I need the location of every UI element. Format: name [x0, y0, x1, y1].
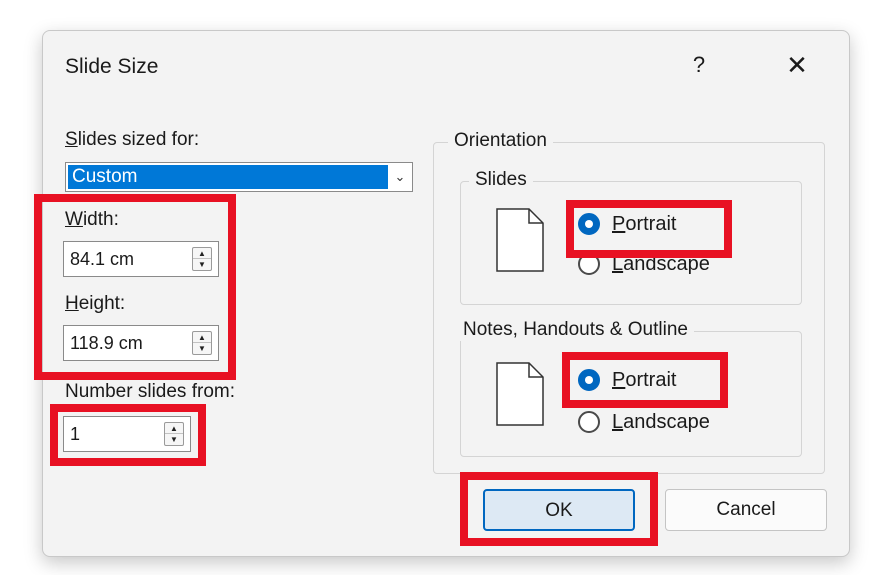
height-input[interactable]: 118.9 cm ▲ ▼ — [63, 325, 219, 361]
slides-landscape-label: Landscape — [612, 253, 710, 275]
slide-size-dialog: Slide Size ? ✕ Slides sized for: Custom … — [42, 30, 850, 557]
spin-down-icon[interactable]: ▼ — [165, 434, 183, 445]
notes-portrait-label: Portrait — [612, 369, 677, 391]
close-button[interactable]: ✕ — [777, 45, 817, 85]
slides-sized-for-value: Custom — [68, 165, 388, 189]
slides-orientation-group: Slides Portrait Landscape — [460, 169, 802, 305]
cancel-button[interactable]: Cancel — [665, 489, 827, 531]
radio-unchecked-icon[interactable] — [578, 411, 600, 433]
chevron-down-icon[interactable]: ⌄ — [389, 164, 411, 190]
question-mark-icon: ? — [692, 52, 706, 77]
notes-orientation-group: Notes, Handouts & Outline Portrait Lands… — [457, 319, 802, 457]
width-spinner[interactable]: ▲ ▼ — [192, 247, 212, 271]
orientation-group: Orientation Slides Portrait Landscape No… — [433, 130, 825, 474]
dialog-title: Slide Size — [65, 55, 159, 78]
number-slides-from-value: 1 — [70, 424, 81, 444]
page-portrait-icon — [496, 208, 544, 272]
ok-button[interactable]: OK — [483, 489, 635, 531]
height-value: 118.9 cm — [70, 333, 143, 353]
help-button[interactable]: ? — [679, 45, 719, 85]
height-spinner[interactable]: ▲ ▼ — [192, 331, 212, 355]
notes-legend: Notes, Handouts & Outline — [457, 319, 694, 341]
page-portrait-icon — [496, 362, 544, 426]
orientation-legend: Orientation — [448, 130, 553, 152]
slides-sized-for-label: Slides sized for: — [65, 129, 200, 150]
slides-legend: Slides — [469, 169, 533, 191]
spin-up-icon[interactable]: ▲ — [193, 248, 211, 259]
width-input[interactable]: 84.1 cm ▲ ▼ — [63, 241, 219, 277]
spin-down-icon[interactable]: ▼ — [193, 343, 211, 354]
spin-up-icon[interactable]: ▲ — [193, 332, 211, 343]
width-label: Width: — [65, 209, 119, 230]
spin-up-icon[interactable]: ▲ — [165, 423, 183, 434]
slides-sized-for-dropdown[interactable]: Custom ⌄ — [65, 162, 413, 192]
number-slides-from-label: Number slides from: — [65, 381, 235, 402]
radio-checked-icon[interactable] — [578, 213, 600, 235]
radio-unchecked-icon[interactable] — [578, 253, 600, 275]
number-slides-spinner[interactable]: ▲ ▼ — [164, 422, 184, 446]
number-slides-from-input[interactable]: 1 ▲ ▼ — [63, 416, 191, 452]
radio-checked-icon[interactable] — [578, 369, 600, 391]
height-label: Height: — [65, 293, 126, 314]
spin-down-icon[interactable]: ▼ — [193, 259, 211, 270]
width-value: 84.1 cm — [70, 249, 135, 269]
slides-portrait-label: Portrait — [612, 213, 677, 235]
notes-landscape-label: Landscape — [612, 411, 710, 433]
close-icon: ✕ — [786, 50, 808, 80]
